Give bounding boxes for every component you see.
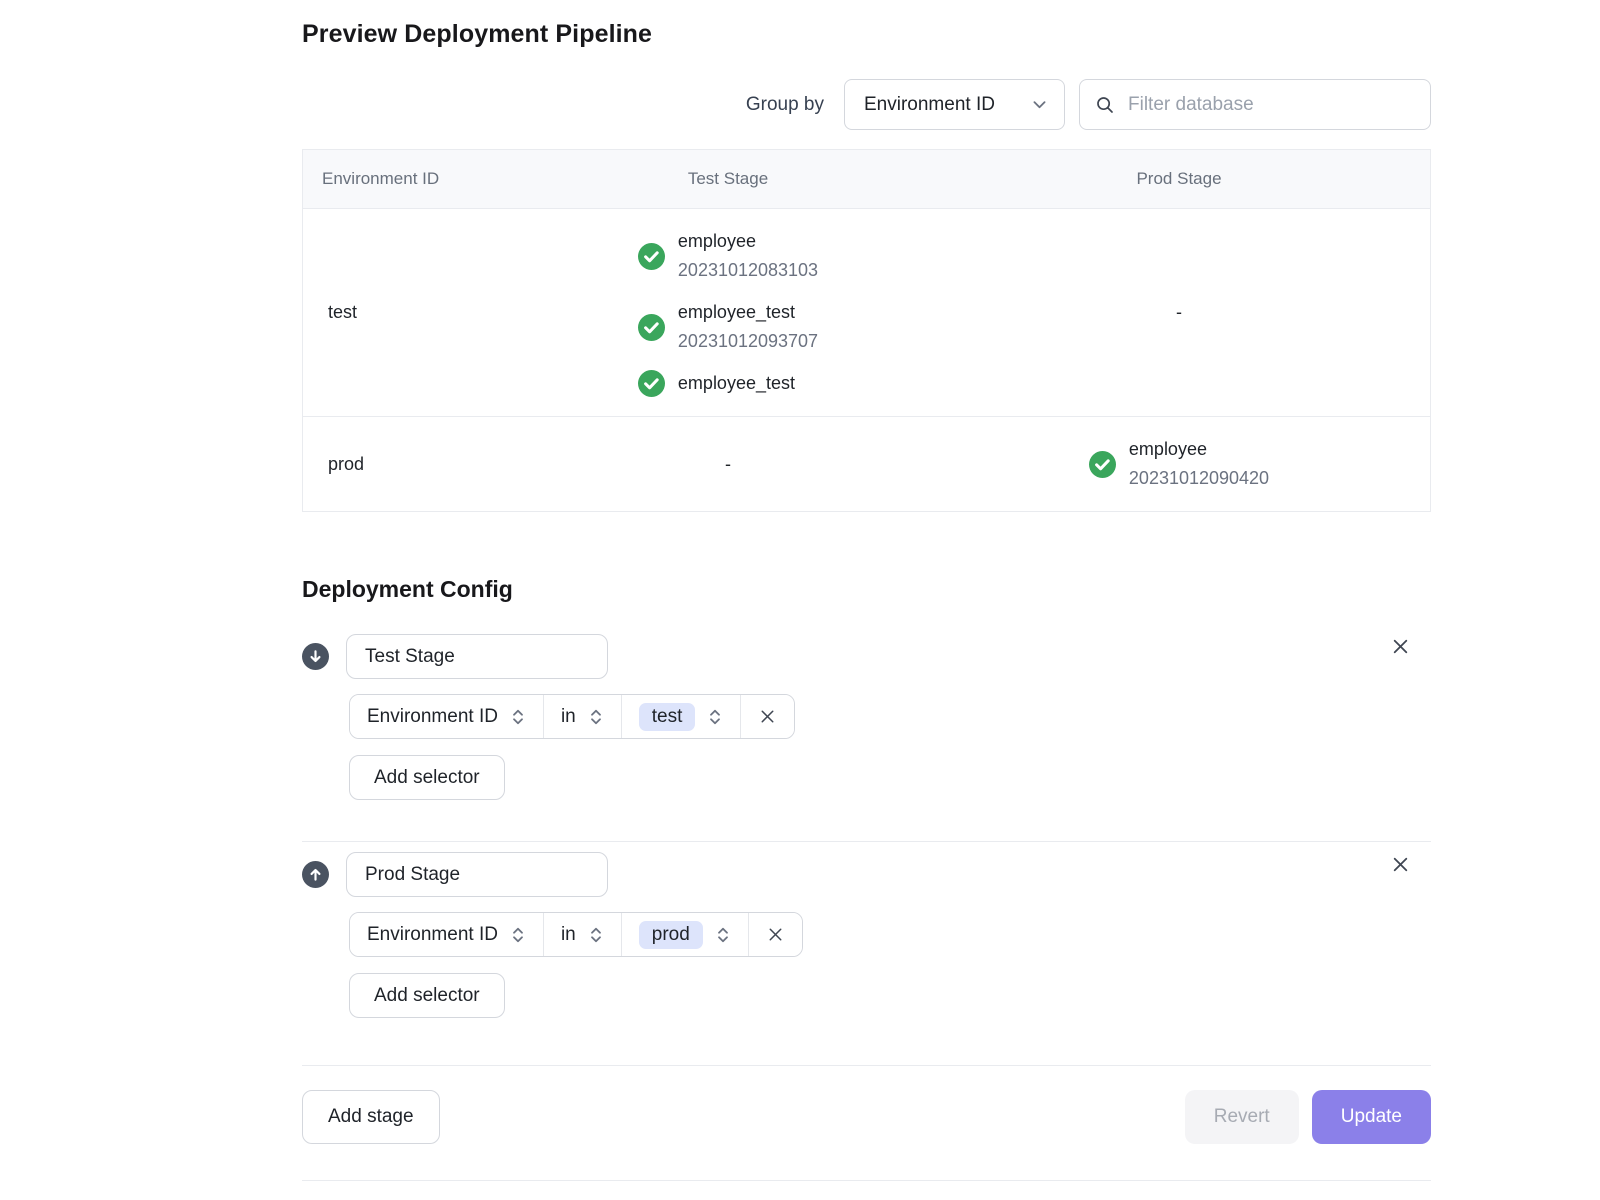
stage-name-input[interactable] xyxy=(346,852,608,897)
add-stage-button[interactable]: Add stage xyxy=(302,1090,440,1144)
update-button[interactable]: Update xyxy=(1312,1090,1431,1144)
group-by-label: Group by xyxy=(746,94,824,116)
selector-field-select[interactable]: Environment ID xyxy=(350,913,544,956)
remove-selector-button[interactable] xyxy=(741,695,794,738)
close-icon xyxy=(766,925,785,944)
chevron-up-down-icon xyxy=(588,708,604,726)
selector-operator-select[interactable]: in xyxy=(544,913,622,956)
success-check-icon xyxy=(638,314,665,341)
database-entry: employee_test xyxy=(638,369,818,398)
bottom-divider xyxy=(302,1180,1431,1181)
success-check-icon xyxy=(638,370,665,397)
environment-id-cell: prod xyxy=(303,454,528,475)
stage-name-input[interactable] xyxy=(346,634,608,679)
success-check-icon xyxy=(1089,451,1116,478)
add-selector-button[interactable]: Add selector xyxy=(349,755,505,800)
selector-field-value: Environment ID xyxy=(367,924,498,946)
selector-field-select[interactable]: Environment ID xyxy=(350,695,544,738)
column-header-prod-stage: Prod Stage xyxy=(928,169,1430,189)
group-by-selected-value: Environment ID xyxy=(864,94,995,116)
pipeline-table: Environment ID Test Stage Prod Stage tes… xyxy=(302,149,1431,512)
database-name: employee xyxy=(678,227,818,256)
chevron-down-icon xyxy=(1031,96,1048,113)
filter-database-input[interactable] xyxy=(1126,93,1415,117)
stage-config-test: Environment ID in test xyxy=(302,634,1431,800)
selector-rule: Environment ID in prod xyxy=(349,912,803,957)
chevron-up-down-icon xyxy=(588,926,604,944)
toolbar: Group by Environment ID xyxy=(302,79,1431,130)
prod-stage-empty-cell: - xyxy=(928,302,1430,323)
footer-divider xyxy=(302,1065,1431,1066)
selector-field-value: Environment ID xyxy=(367,706,498,728)
revert-button[interactable]: Revert xyxy=(1185,1090,1299,1144)
selector-value-tag: test xyxy=(639,703,696,731)
main-panel: Preview Deployment Pipeline Group by Env… xyxy=(302,0,1431,1181)
test-stage-cell: employee 20231012083103 employee_test 20… xyxy=(528,209,928,416)
remove-stage-button[interactable] xyxy=(1386,850,1414,878)
selector-rule: Environment ID in test xyxy=(349,694,795,739)
add-selector-button[interactable]: Add selector xyxy=(349,973,505,1018)
remove-stage-button[interactable] xyxy=(1386,632,1414,660)
selector-operator-select[interactable]: in xyxy=(544,695,622,738)
database-name: employee_test xyxy=(678,369,795,398)
stage-config-prod: Environment ID in prod xyxy=(302,852,1431,1018)
selector-operator-value: in xyxy=(561,924,576,946)
database-version: 20231012093707 xyxy=(678,327,818,356)
database-version: 20231012090420 xyxy=(1129,464,1269,493)
chevron-up-down-icon xyxy=(707,708,723,726)
deployment-config-heading: Deployment Config xyxy=(302,576,1431,603)
database-name: employee xyxy=(1129,435,1269,464)
search-icon xyxy=(1095,95,1115,115)
remove-selector-button[interactable] xyxy=(749,913,802,956)
arrow-up-circle-icon xyxy=(302,861,329,888)
pipeline-table-header: Environment ID Test Stage Prod Stage xyxy=(303,150,1430,208)
footer-actions: Add stage Revert Update xyxy=(302,1090,1431,1144)
test-stage-empty-cell: - xyxy=(528,454,928,475)
arrow-down-circle-icon xyxy=(302,643,329,670)
close-icon xyxy=(758,707,777,726)
table-row: test employee 20231012083103 xyxy=(303,208,1430,416)
selector-operator-value: in xyxy=(561,706,576,728)
database-version: 20231012083103 xyxy=(678,256,818,285)
database-entry: employee 20231012090420 xyxy=(1089,435,1269,493)
filter-database-field[interactable] xyxy=(1079,79,1431,130)
column-header-environment-id: Environment ID xyxy=(303,169,528,189)
chevron-up-down-icon xyxy=(715,926,731,944)
database-name: employee_test xyxy=(678,298,818,327)
chevron-up-down-icon xyxy=(510,926,526,944)
selector-value-select[interactable]: test xyxy=(622,695,742,738)
environment-id-cell: test xyxy=(303,302,528,323)
close-icon xyxy=(1390,854,1411,875)
database-entry: employee 20231012083103 xyxy=(638,227,818,285)
stage-divider xyxy=(302,841,1431,842)
prod-stage-cell: employee 20231012090420 xyxy=(928,417,1430,511)
selector-value-tag: prod xyxy=(639,921,703,949)
selector-value-select[interactable]: prod xyxy=(622,913,749,956)
chevron-up-down-icon xyxy=(510,708,526,726)
group-by-select[interactable]: Environment ID xyxy=(844,79,1065,130)
close-icon xyxy=(1390,636,1411,657)
database-entry: employee_test 20231012093707 xyxy=(638,298,818,356)
table-row: prod - employee 20231012090420 xyxy=(303,416,1430,511)
column-header-test-stage: Test Stage xyxy=(528,169,928,189)
page-title: Preview Deployment Pipeline xyxy=(302,0,1431,49)
success-check-icon xyxy=(638,243,665,270)
